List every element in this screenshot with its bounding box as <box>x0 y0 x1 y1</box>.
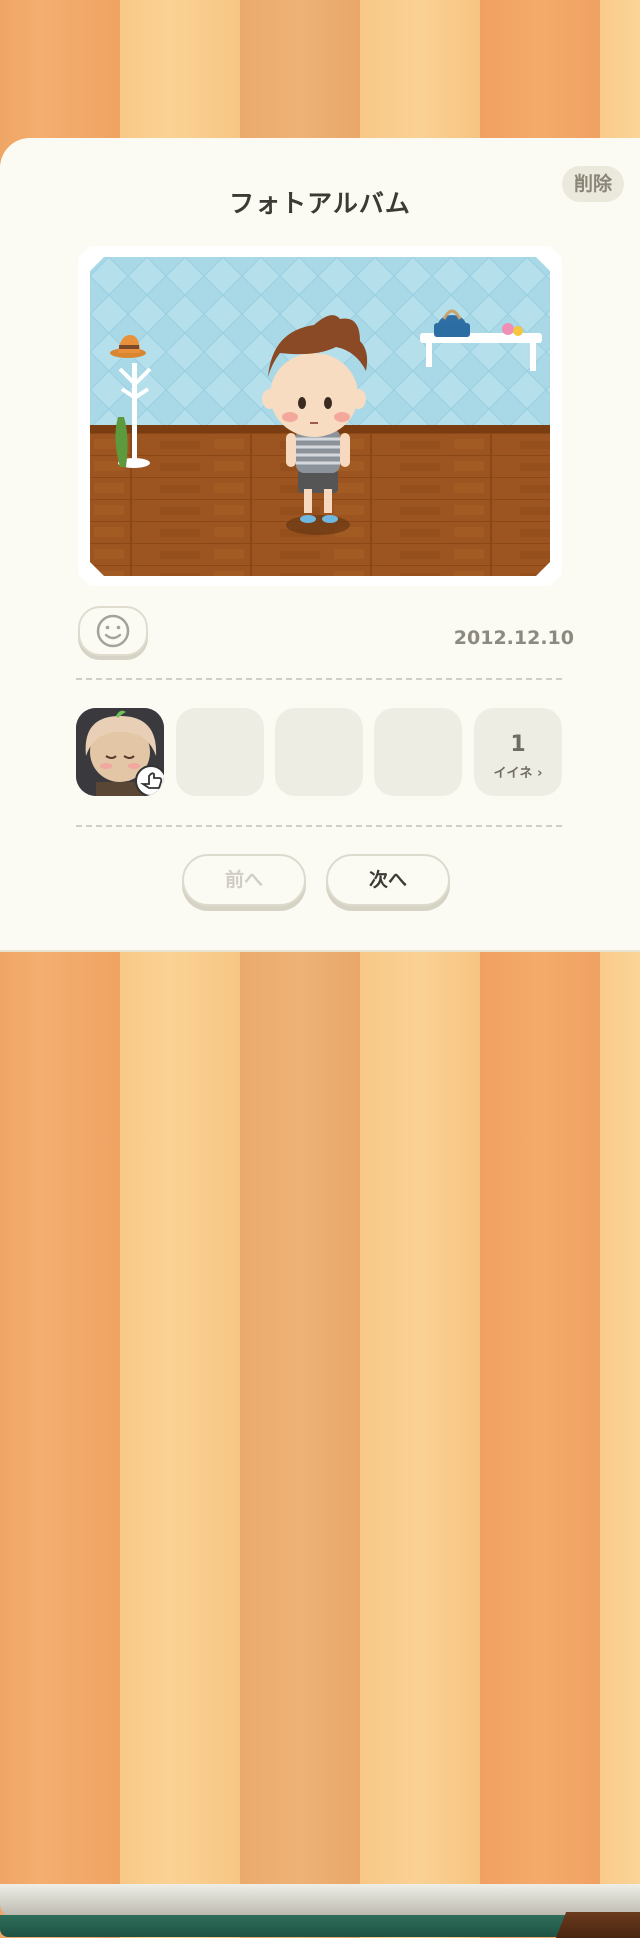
prev-button[interactable]: 前へ <box>182 854 306 906</box>
empty-like-slot <box>374 708 462 796</box>
empty-like-slot <box>176 708 264 796</box>
delete-button[interactable]: 削除 <box>562 166 624 202</box>
album-cover-edge <box>0 1915 640 1937</box>
next-button[interactable]: 次へ <box>326 854 450 906</box>
room-scene-image <box>90 257 550 576</box>
album-photo[interactable] <box>90 257 550 576</box>
like-count-button[interactable]: 1 イイネ › <box>474 708 562 796</box>
divider <box>76 678 562 680</box>
smile-face-icon <box>96 614 130 648</box>
photo-date: 2012.12.10 <box>453 627 574 649</box>
like-count: 1 <box>510 732 526 757</box>
empty-like-slot <box>275 708 363 796</box>
liker-avatar[interactable] <box>76 708 164 796</box>
album-cover-corner <box>556 1912 640 1938</box>
page-title: フォトアルバム <box>229 189 411 218</box>
divider <box>76 825 562 827</box>
reaction-button[interactable] <box>78 606 148 656</box>
album-pages-edge <box>0 1884 640 1918</box>
thumbs-up-sticker-icon <box>135 765 164 796</box>
like-label: イイネ › <box>493 766 543 781</box>
